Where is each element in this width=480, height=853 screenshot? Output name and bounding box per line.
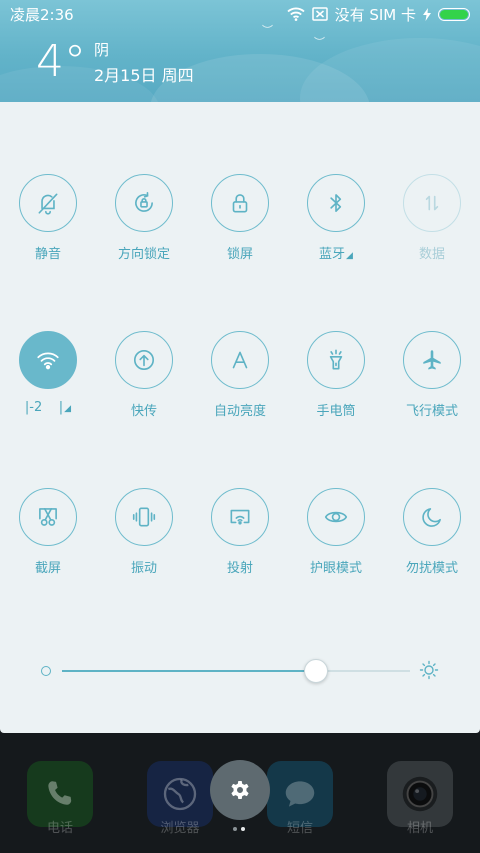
toggle-wifi[interactable]: |-2 |◢ <box>0 331 96 441</box>
toggle-label: 数据 <box>418 247 445 262</box>
brightness-slider-fill <box>62 670 317 672</box>
sun-icon <box>419 660 439 680</box>
toggle-label: 方向锁定 <box>117 247 170 262</box>
signal-corner-icon: ◢ <box>346 251 353 261</box>
dock-app-browser[interactable]: 浏览器 <box>147 761 213 836</box>
toggle-label: 静音 <box>34 247 61 262</box>
page-indicator <box>233 827 245 831</box>
brightness-slider[interactable] <box>62 659 410 683</box>
toggle-vibrate[interactable]: 振动 <box>96 488 192 598</box>
dock-app-label: 相机 <box>406 821 433 836</box>
settings-button[interactable] <box>210 760 270 820</box>
page-dot-active <box>241 827 245 831</box>
toggle-label: 截屏 <box>34 561 61 576</box>
toggle-flashlight[interactable]: 手电筒 <box>288 331 384 441</box>
wifi-network-name: |-2 <box>24 400 43 415</box>
wifi-icon <box>19 331 77 389</box>
toggle-cast[interactable]: 投射 <box>192 488 288 598</box>
status-time: 凌晨2:36 <box>10 5 74 24</box>
brightness-min-icon <box>41 666 51 676</box>
weather-temperature: 4° <box>36 36 86 87</box>
bluetooth-icon <box>307 174 365 232</box>
toggle-label: 锁屏 <box>226 247 253 262</box>
toggle-label: 自动亮度 <box>213 404 266 419</box>
page-dot <box>233 827 237 831</box>
weather-date: 2月15日 周四 <box>94 66 194 85</box>
weather-header: ︶ ︶ 凌晨2:36 没有 SIM 卡 4° 阴 2月15日 周四 <box>0 0 480 102</box>
toggle-label-text: 蓝牙 <box>319 247 346 262</box>
charging-bolt-icon <box>423 7 431 21</box>
cast-icon <box>211 488 269 546</box>
dock-app-label: 电话 <box>46 821 73 836</box>
toggle-label: 投射 <box>226 561 253 576</box>
home-screen-background: 电话 浏览器 短信 相机 <box>0 733 480 853</box>
rotation-lock-icon <box>115 174 173 232</box>
toggle-data[interactable]: 数据 <box>384 174 480 284</box>
no-sim-icon <box>311 7 328 21</box>
toggle-rotation-lock[interactable]: 方向锁定 <box>96 174 192 284</box>
wifi-status-icon <box>286 7 305 21</box>
toggle-label: 护眼模式 <box>309 561 362 576</box>
toggle-airplane[interactable]: 飞行模式 <box>384 331 480 441</box>
battery-icon <box>438 7 470 21</box>
dock-app-label: 短信 <box>286 821 313 836</box>
toggle-label: 勿扰模式 <box>405 561 458 576</box>
toggle-quick-transfer[interactable]: 快传 <box>96 331 192 441</box>
toggle-screenshot[interactable]: 截屏 <box>0 488 96 598</box>
bird-decoration: ︶ <box>314 36 325 49</box>
weather-condition: 阴 <box>94 41 110 59</box>
eye-icon <box>307 488 365 546</box>
toggle-label: 振动 <box>130 561 157 576</box>
dock-app-messages[interactable]: 短信 <box>267 761 333 836</box>
toggle-lock-screen[interactable]: 锁屏 <box>192 174 288 284</box>
gear-icon <box>231 781 249 799</box>
flashlight-icon <box>307 331 365 389</box>
toggle-label: |-2 |◢ <box>24 400 72 415</box>
dock-app-phone[interactable]: 电话 <box>27 761 93 836</box>
brightness-slider-thumb[interactable] <box>304 659 329 683</box>
status-bar: 凌晨2:36 没有 SIM 卡 <box>0 0 480 28</box>
cloud-decoration <box>300 38 480 102</box>
data-arrows-icon <box>403 174 461 232</box>
airplane-icon <box>403 331 461 389</box>
letter-a-icon <box>211 331 269 389</box>
scissors-icon <box>19 488 77 546</box>
moon-icon <box>403 488 461 546</box>
dock-app-label: 浏览器 <box>160 821 200 836</box>
toggle-auto-brightness[interactable]: 自动亮度 <box>192 331 288 441</box>
upload-icon <box>115 331 173 389</box>
bell-off-icon <box>19 174 77 232</box>
vibrate-icon <box>115 488 173 546</box>
toggle-label: 手电筒 <box>316 404 356 419</box>
toggle-do-not-disturb[interactable]: 勿扰模式 <box>384 488 480 598</box>
signal-corner-icon: ◢ <box>64 404 72 414</box>
toggle-eye-care[interactable]: 护眼模式 <box>288 488 384 598</box>
toggle-bluetooth[interactable]: 蓝牙◢ <box>288 174 384 284</box>
toggle-mute[interactable]: 静音 <box>0 174 96 284</box>
toggle-label: 飞行模式 <box>405 404 458 419</box>
toggle-label: 蓝牙◢ <box>319 243 353 262</box>
dock-app-camera[interactable]: 相机 <box>387 761 453 836</box>
toggle-label: 快传 <box>130 404 157 419</box>
lock-icon <box>211 174 269 232</box>
quick-settings-panel: 静音 方向锁定 锁屏 蓝牙◢ 数据 |-2 |◢ 快传 自动亮度 手电筒 飞行模… <box>0 102 480 733</box>
carrier-text: 没有 SIM 卡 <box>334 5 416 24</box>
